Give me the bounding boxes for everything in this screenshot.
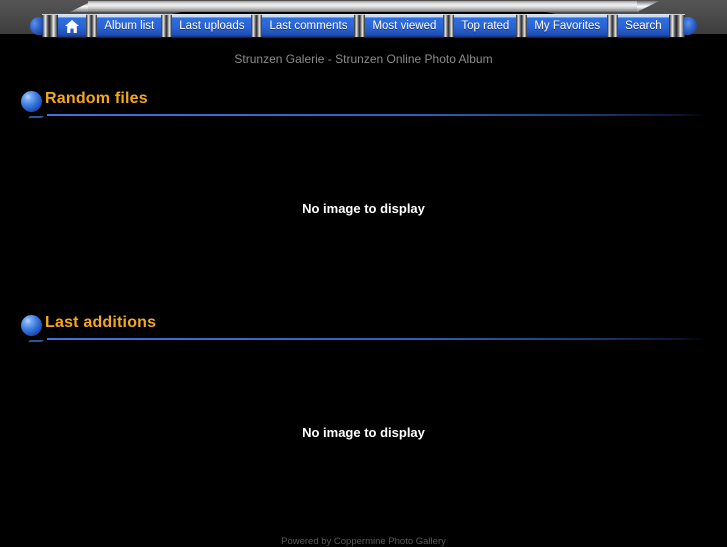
nav-connector — [161, 14, 173, 38]
home-icon — [65, 19, 80, 33]
section-divider — [47, 338, 705, 340]
nav-item-last-comments[interactable]: Last comments — [262, 14, 355, 38]
nav-connector — [668, 14, 685, 38]
section-header-random-files: Random files — [0, 90, 727, 124]
nav-home-button[interactable] — [58, 14, 87, 38]
nav-connector — [516, 14, 528, 38]
section-header-last-additions: Last additions — [0, 314, 727, 348]
gallery-subtitle: Strunzen Galerie - Strunzen Online Photo… — [234, 52, 493, 66]
nav-connector — [354, 14, 366, 38]
nav-left-endcap — [30, 14, 44, 38]
main-navigation: Album list Last uploads Last comments Mo… — [0, 14, 727, 42]
nav-right-endcap — [683, 14, 697, 38]
nav-item-most-viewed[interactable]: Most viewed — [365, 14, 444, 38]
nav-item-top-rated[interactable]: Top rated — [454, 14, 517, 38]
nav-connector — [42, 14, 59, 38]
nav-connector — [251, 14, 263, 38]
nav-item-last-uploads[interactable]: Last uploads — [172, 14, 252, 38]
last-additions-empty-message: No image to display — [302, 425, 425, 440]
chrome-bar — [88, 1, 639, 12]
section-title-last-additions: Last additions — [45, 314, 157, 331]
section-title-random-files: Random files — [45, 90, 148, 107]
footer-credit: Powered by Coppermine Photo Gallery — [281, 536, 446, 547]
nav-connector — [86, 14, 98, 38]
random-files-empty-message: No image to display — [302, 201, 425, 216]
nav-connector — [443, 14, 455, 38]
section-divider — [47, 114, 705, 116]
nav-connector — [607, 14, 619, 38]
nav-item-search[interactable]: Search — [618, 14, 669, 38]
nav-item-my-favorites[interactable]: My Favorites — [527, 14, 608, 38]
nav-item-album-list[interactable]: Album list — [97, 14, 162, 38]
